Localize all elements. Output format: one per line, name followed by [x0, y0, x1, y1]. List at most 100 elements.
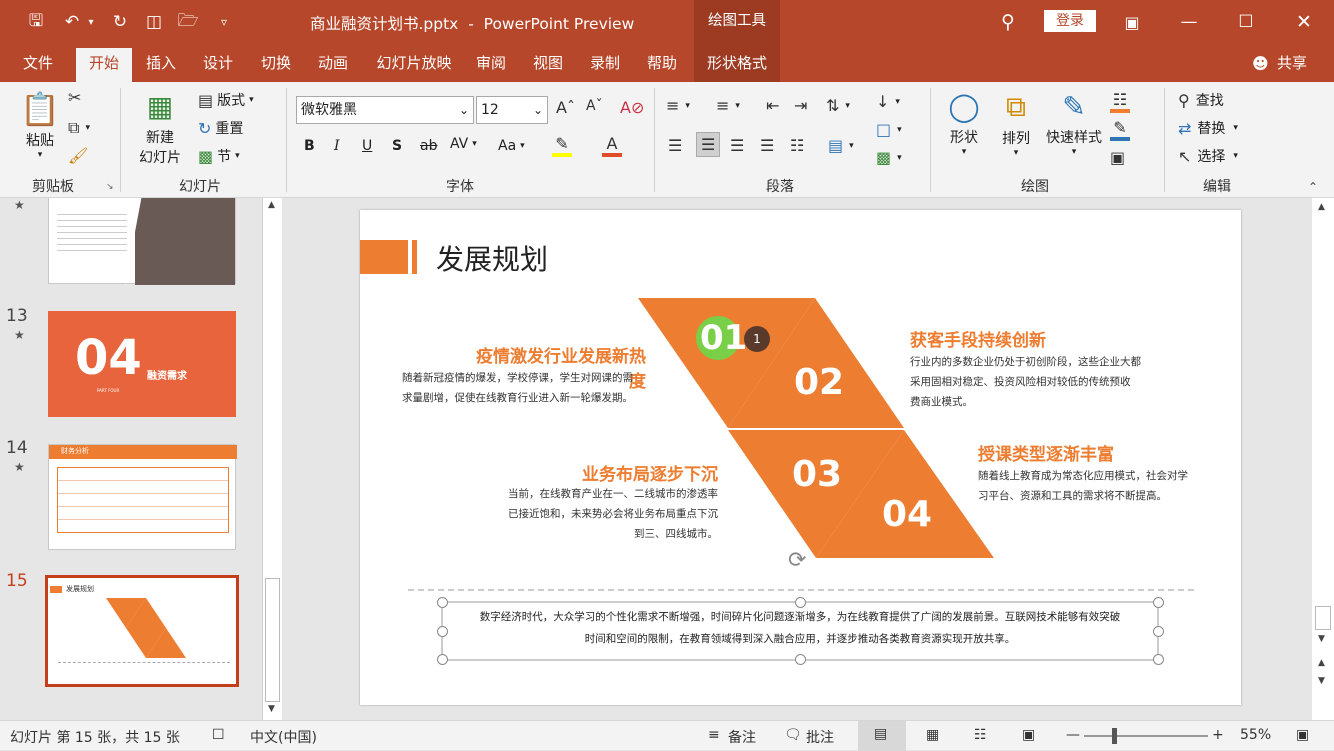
font-color-icon[interactable]: A [602, 134, 622, 157]
present-icon[interactable]: ◫ [140, 8, 168, 36]
font-size-combo[interactable]: 12 ⌄ [476, 96, 548, 124]
redo-icon[interactable]: ↻ [106, 8, 134, 36]
decrease-indent-icon[interactable]: ⇤ [766, 96, 779, 115]
shadow-icon[interactable]: S [392, 138, 402, 154]
tab-view[interactable]: 视图 [520, 44, 576, 82]
clear-format-icon[interactable]: A⊘ [620, 98, 644, 117]
scroll-up-icon[interactable]: ▲ [1318, 202, 1325, 212]
underline-icon[interactable]: U [362, 138, 372, 154]
copy-icon[interactable]: ⧉ ▾ [68, 118, 90, 138]
zoom-slider-thumb[interactable] [1112, 728, 1117, 744]
previous-slide-icon[interactable]: ▲ [1318, 658, 1325, 668]
format-painter-icon[interactable]: 🖌 [68, 146, 88, 165]
shape-outline-icon[interactable]: ✎ [1110, 118, 1130, 141]
justify-icon[interactable]: ☰ [760, 136, 774, 155]
tab-transitions[interactable]: 切换 [248, 44, 304, 82]
maximize-icon[interactable]: ☐ [1232, 8, 1260, 36]
reading-view-icon[interactable]: ☷ [974, 727, 987, 743]
slide-thumbnails-pane[interactable]: ★ 13 ★ 04 融资需求 PART FOUR 14 ★ 财务分析 15 发展… [0, 198, 262, 720]
cut-icon[interactable]: ✂ [68, 88, 81, 107]
strikethrough-icon[interactable]: ab [420, 138, 437, 154]
highlight-icon[interactable]: ✎ [552, 134, 572, 157]
tab-insert[interactable]: 插入 [134, 44, 188, 82]
shapes-button[interactable]: ◯ 形状 ▾ [944, 90, 984, 157]
align-left-icon[interactable]: ☰ [668, 136, 682, 155]
smartart-icon[interactable]: ▩ ▾ [876, 148, 902, 167]
grow-font-icon[interactable]: Aˆ [556, 98, 575, 117]
align-right-icon[interactable]: ☰ [730, 136, 744, 155]
italic-icon[interactable]: I [334, 138, 340, 154]
search-icon[interactable]: ⚲ [994, 8, 1022, 36]
zoom-level[interactable]: 55% [1240, 727, 1271, 743]
shrink-font-icon[interactable]: Aˇ [586, 98, 603, 114]
resize-handle[interactable] [1153, 654, 1164, 665]
slide-thumbnail-15[interactable]: 发展规划 [45, 575, 239, 687]
spell-check-icon[interactable]: ☐ [212, 727, 225, 743]
increase-indent-icon[interactable]: ⇥ [794, 96, 807, 115]
footer-textbox[interactable]: 数字经济时代，大众学习的个性化需求不断增强，时间碎片化问题逐渐增多，为在线教育提… [444, 606, 1156, 650]
resize-handle[interactable] [437, 597, 448, 608]
slide-thumbnail-14[interactable]: 财务分析 [48, 444, 237, 550]
zoom-in-icon[interactable]: + [1212, 727, 1224, 743]
find-button[interactable]: ⚲ 查找 [1178, 90, 1224, 110]
replace-button[interactable]: ⇄ 替换 ▾ [1178, 118, 1238, 138]
change-case-icon[interactable]: Aa ▾ [498, 138, 525, 154]
slide-canvas[interactable]: 发展规划 01 1 02 03 04 疫情激发行业发展新热度 随着新冠疫情的爆发… [360, 210, 1241, 705]
quick-styles-button[interactable]: ✎ 快速样式 ▾ [1042, 90, 1106, 157]
tab-shape-format[interactable]: 形状格式 [694, 44, 780, 82]
tab-review[interactable]: 审阅 [464, 44, 518, 82]
rotate-handle-icon[interactable]: ⟳ [788, 548, 806, 573]
numbering-icon[interactable]: ≡ ▾ [716, 96, 740, 115]
slide-thumbnail-13[interactable]: 04 融资需求 PART FOUR [48, 311, 236, 417]
tab-animations[interactable]: 动画 [305, 44, 361, 82]
tab-file[interactable]: 文件 [10, 44, 66, 82]
slideshow-view-icon[interactable]: ▣ [1022, 727, 1035, 743]
distribute-icon[interactable]: ☷ [790, 136, 804, 155]
zoom-out-icon[interactable]: — [1066, 727, 1080, 743]
slide-thumbnail-12[interactable] [48, 198, 236, 285]
language-indicator[interactable]: 中文(中国) [250, 727, 317, 747]
arrange-button[interactable]: ⧉ 排列 ▾ [996, 90, 1036, 158]
open-folder-icon[interactable]: 🗁 [174, 8, 202, 36]
tab-slideshow[interactable]: 幻灯片放映 [364, 44, 464, 82]
char-spacing-icon[interactable]: AV ▾ [450, 136, 477, 152]
thumbnail-scrollbar[interactable]: ▲ ▼ [262, 198, 282, 720]
shape-fill-icon[interactable]: ☷ [1110, 90, 1130, 113]
tab-home[interactable]: 开始 [76, 48, 132, 82]
scroll-thumb[interactable] [265, 578, 280, 702]
select-button[interactable]: ↖ 选择 ▾ [1178, 146, 1238, 166]
next-slide-icon[interactable]: ▼ [1318, 676, 1325, 686]
scroll-down-icon[interactable]: ▼ [1318, 634, 1325, 644]
share-button[interactable]: 共享 [1272, 44, 1312, 82]
bold-icon[interactable]: B [304, 138, 315, 154]
comments-button[interactable]: 批注 [806, 727, 834, 747]
ribbon-display-icon[interactable]: ▣ [1118, 8, 1146, 36]
undo-icon[interactable]: ↶ [58, 8, 86, 36]
paste-button[interactable]: 📋 粘贴 ▾ [20, 90, 60, 160]
normal-view-button[interactable]: ▤ [858, 721, 906, 751]
resize-handle[interactable] [795, 654, 806, 665]
undo-dropdown-icon[interactable]: ▾ [84, 8, 98, 36]
resize-handle[interactable] [795, 597, 806, 608]
close-icon[interactable]: ✕ [1290, 8, 1318, 36]
resize-handle[interactable] [437, 626, 448, 637]
minimize-icon[interactable]: — [1175, 8, 1203, 36]
new-slide-button[interactable]: ▦ 新建 幻灯片 [132, 90, 188, 167]
tab-design[interactable]: 设计 [190, 44, 246, 82]
tab-record[interactable]: 录制 [577, 44, 633, 82]
tab-help[interactable]: 帮助 [634, 44, 690, 82]
slide-sorter-icon[interactable]: ▦ [926, 727, 939, 743]
align-text-icon[interactable]: □ ▾ [876, 120, 902, 139]
resize-handle[interactable] [1153, 626, 1164, 637]
text-direction-icon[interactable]: ↓ ▾ [876, 92, 900, 111]
fit-to-window-icon[interactable]: ▣ [1296, 727, 1309, 743]
clipboard-launcher-icon[interactable]: ↘ [106, 182, 114, 192]
line-spacing-icon[interactable]: ⇅ ▾ [826, 96, 850, 115]
reset-button[interactable]: ↻ 重置 [198, 118, 243, 138]
scroll-thumb[interactable] [1315, 606, 1331, 630]
scroll-down-icon[interactable]: ▼ [268, 704, 275, 714]
save-icon[interactable]: 🖫 [22, 8, 50, 36]
slide-scrollbar[interactable]: ▲ ▼ ▲ ▼ [1312, 198, 1334, 720]
notes-button[interactable]: 备注 [728, 727, 756, 747]
resize-handle[interactable] [437, 654, 448, 665]
